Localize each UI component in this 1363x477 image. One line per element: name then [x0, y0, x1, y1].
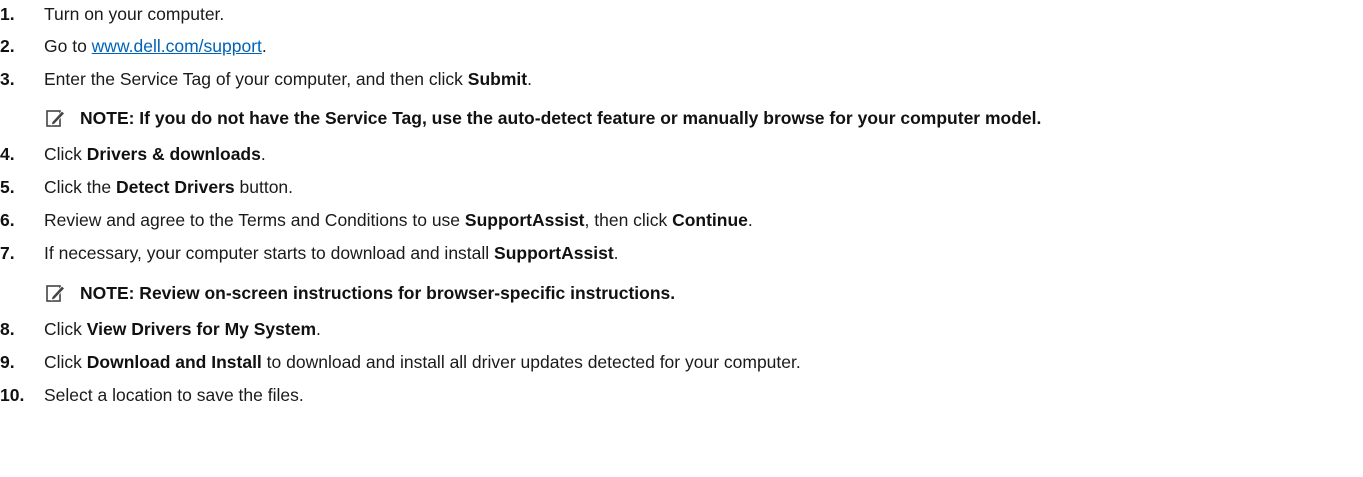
step-number: 10. [0, 384, 25, 405]
step-text: Select a location to save the files. [44, 384, 304, 405]
ui-term: SupportAssist [464, 209, 585, 230]
step-text: Click the Detect Drivers button. [44, 177, 293, 198]
step-text-part: to download and install all driver updat… [261, 351, 801, 372]
step-7: 7. If necessary, your computer starts to… [0, 241, 619, 265]
ui-term: Drivers & downloads [86, 143, 261, 164]
step-1: 1. Turn on your computer. [0, 2, 224, 26]
step-number: 4. [0, 143, 15, 164]
step-text: Click Download and Install to download a… [44, 352, 801, 373]
step-text-part: . [261, 35, 267, 56]
step-number: 9. [0, 351, 15, 372]
step-text: Click Drivers & downloads. [44, 144, 266, 165]
step-text-part: Click the [44, 176, 116, 197]
step-number: 6. [0, 209, 15, 230]
step-9: 9. Click Download and Install to downloa… [0, 350, 801, 374]
step-8: 8. Click View Drivers for My System. [0, 317, 321, 341]
step-10: 10. Select a location to save the files. [0, 383, 304, 407]
step-2: 2. Go to www.dell.com/support. [0, 34, 267, 58]
step-text: Turn on your computer. [44, 3, 225, 24]
note-service-tag: NOTE: If you do not have the Service Tag… [44, 105, 1041, 131]
step-number: 3. [0, 68, 15, 89]
step-number: 5. [0, 176, 15, 197]
step-3: 3. Enter the Service Tag of your compute… [0, 67, 532, 91]
note-text: NOTE: Review on-screen instructions for … [80, 282, 676, 303]
step-text-part: Click [44, 143, 87, 164]
step-4: 4. Click Drivers & downloads. [0, 142, 266, 166]
pencil-note-icon [46, 108, 66, 128]
dell-support-link[interactable]: www.dell.com/support [92, 36, 262, 56]
note-browser-instructions: NOTE: Review on-screen instructions for … [44, 280, 675, 306]
step-text-part: Click [44, 351, 87, 372]
step-text: Go to www.dell.com/support. [44, 36, 267, 57]
step-text: Enter the Service Tag of your computer, … [44, 69, 532, 90]
ui-term: Submit [467, 68, 528, 89]
step-5: 5. Click the Detect Drivers button. [0, 175, 293, 199]
step-number: 7. [0, 242, 15, 263]
ui-term: Detect Drivers [115, 176, 235, 197]
step-number: 1. [0, 3, 15, 24]
step-text-part: . [747, 209, 753, 230]
step-text-part: . [316, 318, 321, 339]
ui-term: Continue [672, 209, 748, 230]
step-text-part: . [527, 68, 532, 89]
step-text-part: Enter the Service Tag of your computer, … [44, 68, 468, 89]
ui-term: Download and Install [86, 351, 262, 372]
step-text-part: , then click [584, 209, 673, 230]
step-number: 2. [0, 35, 15, 56]
step-text-part: button. [234, 176, 294, 197]
step-text: Review and agree to the Terms and Condit… [44, 210, 753, 231]
step-number: 8. [0, 318, 15, 339]
step-text-part: Go to [44, 35, 92, 56]
step-text-part: . [613, 242, 619, 263]
step-text-part: Review and agree to the Terms and Condit… [44, 209, 465, 230]
step-text: If necessary, your computer starts to do… [44, 243, 619, 264]
step-text-part: If necessary, your computer starts to do… [44, 242, 495, 263]
pencil-note-icon [46, 283, 66, 303]
step-text-part: Click [44, 318, 87, 339]
step-text: Click View Drivers for My System. [44, 319, 321, 340]
note-text: NOTE: If you do not have the Service Tag… [80, 107, 1042, 128]
ui-term: SupportAssist [494, 242, 614, 263]
step-text-part: . [260, 143, 266, 164]
ui-term: View Drivers for My System [86, 318, 317, 339]
step-6: 6. Review and agree to the Terms and Con… [0, 208, 753, 232]
